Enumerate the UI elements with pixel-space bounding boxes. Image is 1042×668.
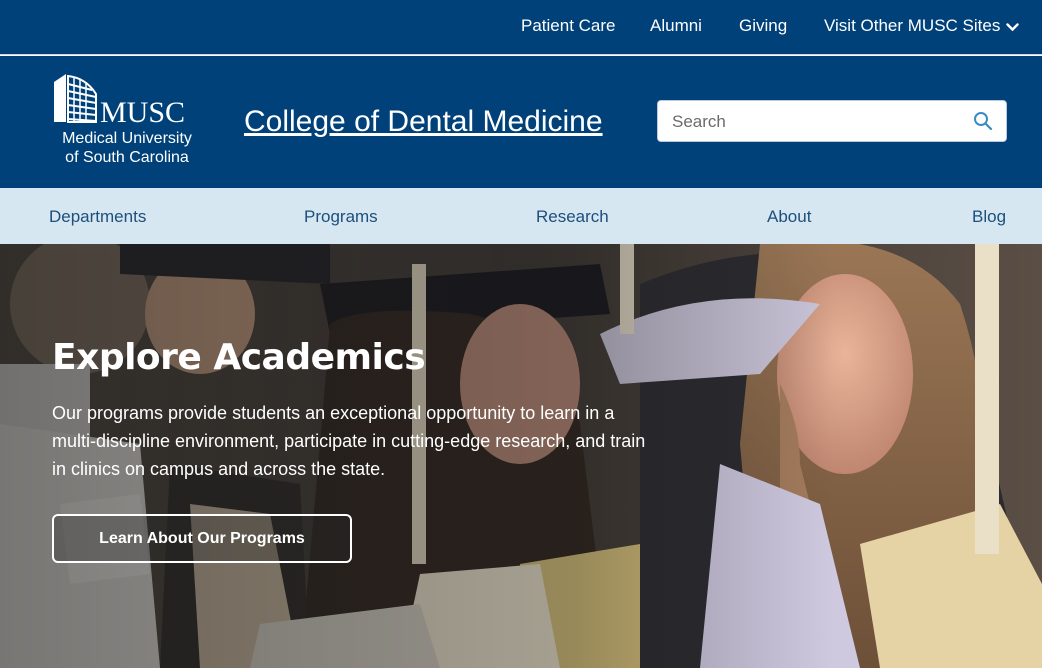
hero-section: Explore Academics Our programs provide s…: [0, 244, 1042, 668]
search-box: [657, 100, 1007, 142]
nav-item-research[interactable]: Research: [536, 207, 609, 227]
hero-title: Explore Academics: [52, 337, 426, 378]
nav-item-departments[interactable]: Departments: [49, 207, 146, 227]
nav-item-about[interactable]: About: [767, 207, 811, 227]
site-header: MUSC Medical University of South Carolin…: [0, 56, 1042, 188]
main-nav: Departments Programs Research About Blog: [0, 188, 1042, 244]
site-title[interactable]: College of Dental Medicine: [244, 104, 603, 140]
utility-link-alumni[interactable]: Alumni: [650, 16, 702, 36]
utility-link-giving[interactable]: Giving: [739, 16, 787, 36]
nav-item-programs[interactable]: Programs: [304, 207, 378, 227]
logo-subtitle: Medical University of South Carolina: [52, 129, 202, 167]
hero-description: Our programs provide students an excepti…: [52, 403, 646, 479]
logo-subtitle-line2: of South Carolina: [65, 149, 189, 166]
utility-link-patient-care[interactable]: Patient Care: [521, 16, 616, 36]
utility-bar: Patient Care Alumni Giving Visit Other M…: [0, 0, 1042, 55]
search-button[interactable]: [972, 111, 994, 133]
musc-building-logo-icon: [52, 72, 98, 129]
chevron-down-icon: [1006, 17, 1020, 37]
search-icon: [973, 112, 993, 134]
visit-other-sites-label: Visit Other MUSC Sites: [824, 16, 1001, 35]
learn-about-programs-button[interactable]: Learn About Our Programs: [52, 514, 352, 563]
nav-item-blog[interactable]: Blog: [972, 207, 1006, 227]
musc-logo[interactable]: MUSC Medical University of South Carolin…: [52, 72, 197, 167]
logo-subtitle-line1: Medical University: [62, 130, 192, 147]
search-input[interactable]: [672, 110, 962, 134]
logo-wordmark: MUSC: [100, 96, 186, 129]
visit-other-sites-dropdown[interactable]: Visit Other MUSC Sites: [824, 16, 1020, 37]
